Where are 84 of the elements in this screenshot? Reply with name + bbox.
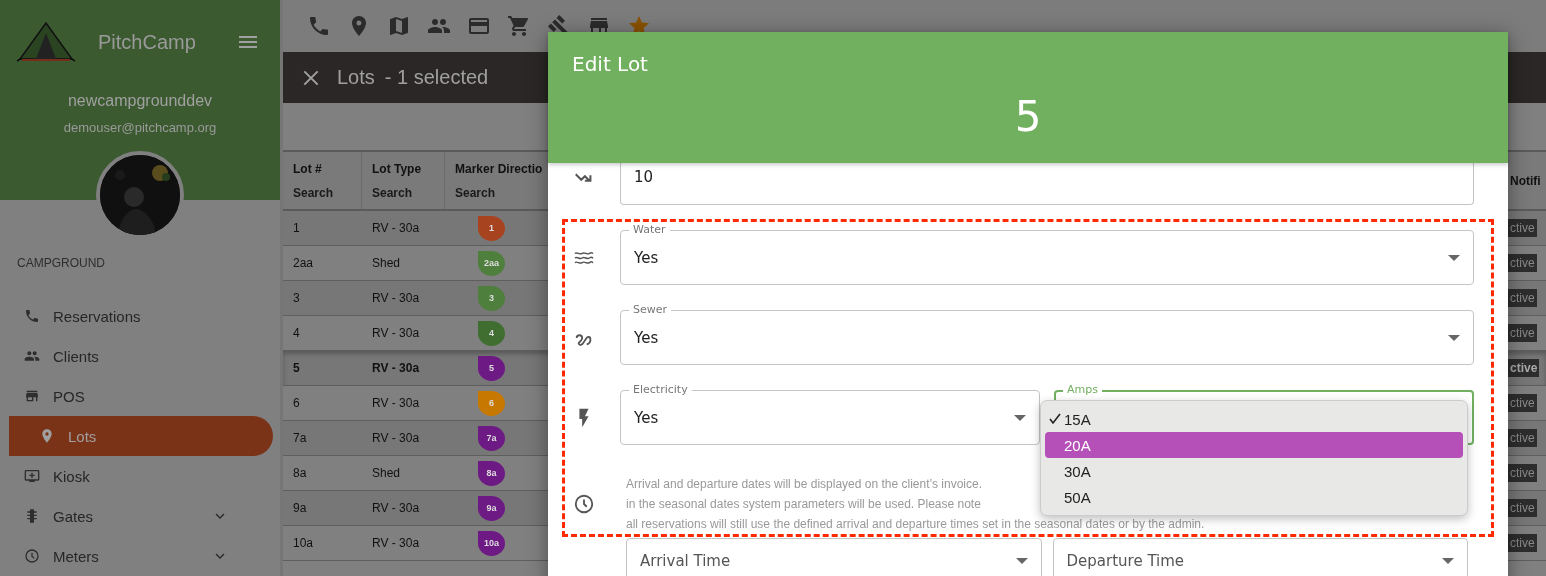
traffic-light-icon <box>24 508 40 524</box>
lot-number: 5 <box>1014 92 1042 141</box>
table-cell: 1 <box>293 221 300 235</box>
status-tag: ctive <box>1508 499 1537 517</box>
dialog-title: Edit Lot <box>571 51 648 76</box>
nav-item[interactable]: Meters <box>0 536 273 576</box>
status-tag: ctive <box>1508 219 1537 237</box>
column-header[interactable]: Lot # <box>293 161 361 176</box>
table-cell: 5 <box>293 361 300 375</box>
menu-option[interactable]: 15A <box>1045 406 1463 432</box>
search-field[interactable]: Search <box>293 185 353 200</box>
table-cell: RV - 30a <box>372 536 420 550</box>
nav-item[interactable]: Reservations <box>0 296 273 336</box>
people-icon <box>24 348 40 364</box>
table-cell: Shed <box>372 256 401 270</box>
phone-icon <box>24 308 40 324</box>
table-cell: 6 <box>293 396 300 410</box>
location-pin-icon <box>39 428 55 444</box>
nav-item[interactable]: Clients <box>0 336 273 376</box>
nav-item[interactable]: Lots <box>9 416 273 456</box>
map-marker: 1 <box>478 215 505 241</box>
table-cell: RV - 30a <box>372 361 420 375</box>
nav-item[interactable]: Kiosk <box>0 456 273 496</box>
map-marker: 10a <box>478 530 505 556</box>
selection-count: - 1 selected <box>384 66 489 89</box>
menu-option[interactable]: 20A <box>1045 432 1463 458</box>
map-marker: 8a <box>478 460 505 486</box>
time-select[interactable]: Arrival Time <box>626 538 1042 576</box>
table-cell: RV - 30a <box>372 326 420 340</box>
status-tag: ctive <box>1508 254 1537 272</box>
status-tag: ctive <box>1508 534 1537 552</box>
map-marker: 5 <box>478 355 505 381</box>
map-marker: 7a <box>478 425 505 451</box>
status-tag: ctive <box>1508 429 1537 447</box>
table-cell: RV - 30a <box>372 501 420 515</box>
column-header[interactable]: Lot Type <box>372 161 444 176</box>
table-cell: RV - 30a <box>372 396 420 410</box>
brand-name: PitchCamp <box>98 30 197 54</box>
section-heading: CAMPGROUND <box>17 256 106 270</box>
time-select[interactable]: Departure Time <box>1052 538 1468 576</box>
map-marker: 3 <box>478 285 505 311</box>
cart-icon[interactable] <box>507 14 531 38</box>
tent-logo <box>16 21 76 63</box>
help-text: Arrival and departure dates will be displayed on the client’s invoice. <box>626 476 982 493</box>
table-cell: 3 <box>293 291 300 305</box>
table-cell: Shed <box>372 466 401 480</box>
clock-icon <box>573 493 595 515</box>
menu-option[interactable]: 50A <box>1045 484 1463 510</box>
table-cell: 10a <box>293 536 314 550</box>
status-tag: ctive <box>1508 289 1537 307</box>
map-marker: 6 <box>478 390 505 416</box>
table-cell: RV - 30a <box>372 221 420 235</box>
caret-icon <box>1442 558 1454 564</box>
status-tag: ctive <box>1508 359 1540 377</box>
table-cell: 9a <box>293 501 307 515</box>
menu-option[interactable]: 30A <box>1045 458 1463 484</box>
column-header[interactable]: Notifi <box>1510 173 1546 188</box>
monitor-plus-icon <box>24 468 40 484</box>
map-marker: 2aa <box>478 250 505 276</box>
caret-icon <box>1015 558 1028 564</box>
table-cell: 2aa <box>293 256 314 270</box>
store-icon <box>24 388 40 404</box>
nav-item[interactable]: Gates <box>0 496 273 536</box>
gauge-icon <box>24 548 40 564</box>
help-text: in the seasonal dates system parameters will be used. Please note <box>626 496 981 513</box>
status-tag: ctive <box>1508 464 1537 482</box>
map-icon[interactable] <box>387 14 411 38</box>
search-field[interactable]: Search <box>455 185 515 200</box>
help-text: all reservations will still use the defined arrival and departure times set in the seasonal dates or by the admin. <box>626 516 1205 533</box>
account-name: newcampgrounddev <box>67 92 213 110</box>
account-email: demouser@pitchcamp.org <box>63 120 217 135</box>
nav-item[interactable]: POS <box>0 376 273 416</box>
table-cell: RV - 30a <box>372 291 420 305</box>
table-cell: 4 <box>293 326 300 340</box>
search-field[interactable]: Search <box>372 185 432 200</box>
status-tag: ctive <box>1508 324 1537 342</box>
map-marker: 4 <box>478 320 505 346</box>
phone-icon[interactable] <box>307 14 331 38</box>
map-marker: 9a <box>478 495 505 521</box>
status-tag: ctive <box>1508 394 1537 412</box>
table-cell: 8a <box>293 466 307 480</box>
selection-title: Lots <box>337 66 375 89</box>
table-cell: RV - 30a <box>372 431 420 445</box>
table-cell: 7a <box>293 431 307 445</box>
